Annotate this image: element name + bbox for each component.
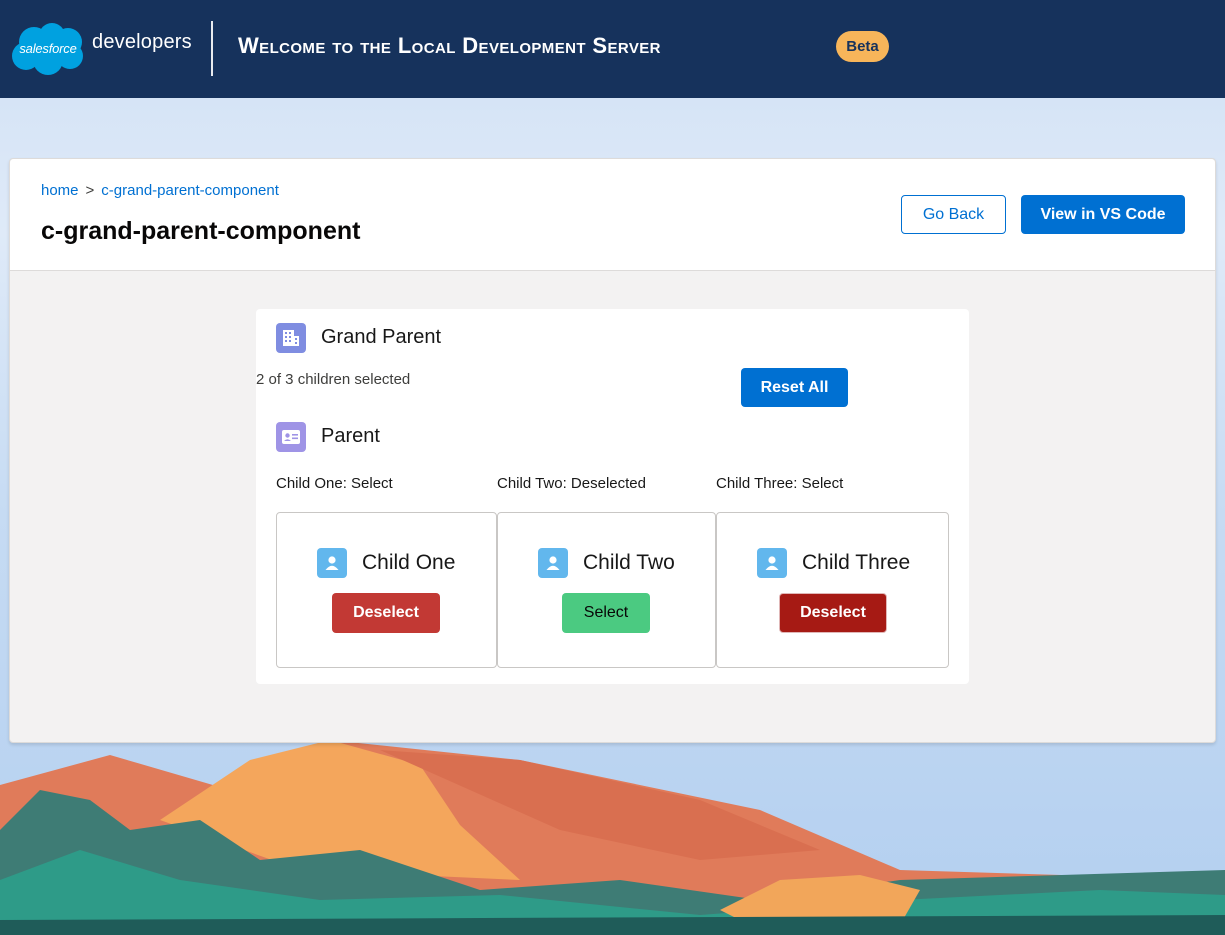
card-header: home > c-grand-parent-component c-grand-pa… xyxy=(10,159,1215,271)
breadcrumb-home-link[interactable]: home xyxy=(41,182,79,199)
child-one-card: Child One Deselect xyxy=(276,512,497,668)
child-two-card: Child Two Select xyxy=(497,512,716,668)
child-two-name: Child Two xyxy=(583,551,675,574)
reset-all-button[interactable]: Reset All xyxy=(741,368,848,407)
component-preview-card: home > c-grand-parent-component c-grand-pa… xyxy=(9,158,1216,743)
child-two-status: Child Two: Deselected xyxy=(497,475,646,492)
child-two-select-button[interactable]: Select xyxy=(562,593,650,633)
child-three-status: Child Three: Select xyxy=(716,475,844,492)
welcome-heading: Welcome to the Local Development Server xyxy=(238,33,661,58)
child-three-card: Child Three Deselect xyxy=(716,512,949,668)
view-in-vscode-button[interactable]: View in VS Code xyxy=(1021,195,1185,234)
parent-title: Parent xyxy=(321,425,380,447)
grand-parent-title: Grand Parent xyxy=(321,326,442,348)
logo-cloud-text: salesforce xyxy=(19,40,77,56)
breadcrumb: home > c-grand-parent-component xyxy=(41,182,279,199)
building-icon xyxy=(276,323,306,353)
user-icon xyxy=(317,548,347,578)
breadcrumb-separator: > xyxy=(85,182,95,199)
child-one-deselect-button[interactable]: Deselect xyxy=(332,593,440,633)
child-one-name: Child One xyxy=(362,551,456,574)
header-divider xyxy=(211,21,213,76)
contact-card-icon xyxy=(276,422,306,452)
child-three-name: Child Three xyxy=(802,551,911,574)
child-three-deselect-button[interactable]: Deselect xyxy=(779,593,887,633)
top-bar: salesforce developers Welcome to the Loc… xyxy=(0,0,1225,98)
breadcrumb-current-link[interactable]: c-grand-parent-component xyxy=(101,182,279,199)
go-back-button[interactable]: Go Back xyxy=(901,195,1006,234)
page-title: c-grand-parent-component xyxy=(41,217,361,245)
selection-count: 2 of 3 children selected xyxy=(256,371,411,388)
grand-parent-component: Grand Parent 2 of 3 children selected Re… xyxy=(256,309,969,684)
logo-developers-text: developers xyxy=(92,31,192,53)
child-one-status: Child One: Select xyxy=(276,475,393,492)
beta-badge: Beta xyxy=(836,31,889,62)
mountain-landscape-illustration xyxy=(0,740,1225,935)
user-icon xyxy=(757,548,787,578)
user-icon xyxy=(538,548,568,578)
